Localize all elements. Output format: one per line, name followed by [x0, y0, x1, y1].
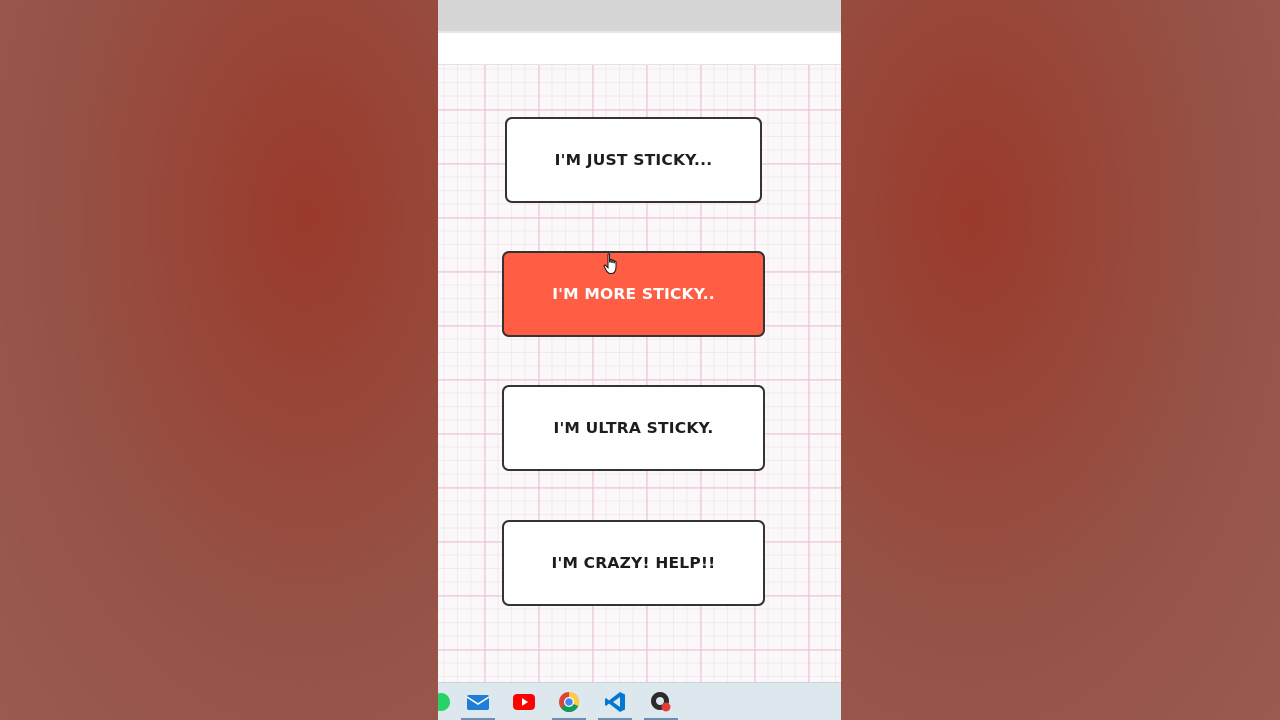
blurred-background-right — [841, 0, 1280, 720]
chrome-icon[interactable] — [556, 689, 582, 715]
blurred-background-left — [0, 0, 438, 720]
just-sticky-button[interactable]: I'M JUST STICKY... — [505, 117, 762, 203]
browser-chrome — [438, 0, 841, 31]
ultra-sticky-button[interactable]: I'M ULTRA STICKY. — [502, 385, 765, 471]
taskbar — [438, 682, 841, 720]
crazy-help-button[interactable]: I'M CRAZY! HELP!! — [502, 520, 765, 606]
whatsapp-icon[interactable] — [438, 689, 454, 715]
obs-icon[interactable] — [648, 689, 674, 715]
vscode-icon[interactable] — [602, 689, 628, 715]
more-sticky-button[interactable]: I'M MORE STICKY.. — [502, 251, 765, 337]
graph-paper-background: I'M JUST STICKY... I'M MORE STICKY.. I'M… — [438, 65, 841, 682]
browser-toolbar — [438, 31, 841, 65]
mail-icon[interactable] — [465, 689, 491, 715]
screen-recording: I'M JUST STICKY... I'M MORE STICKY.. I'M… — [438, 0, 841, 720]
youtube-icon[interactable] — [511, 689, 537, 715]
